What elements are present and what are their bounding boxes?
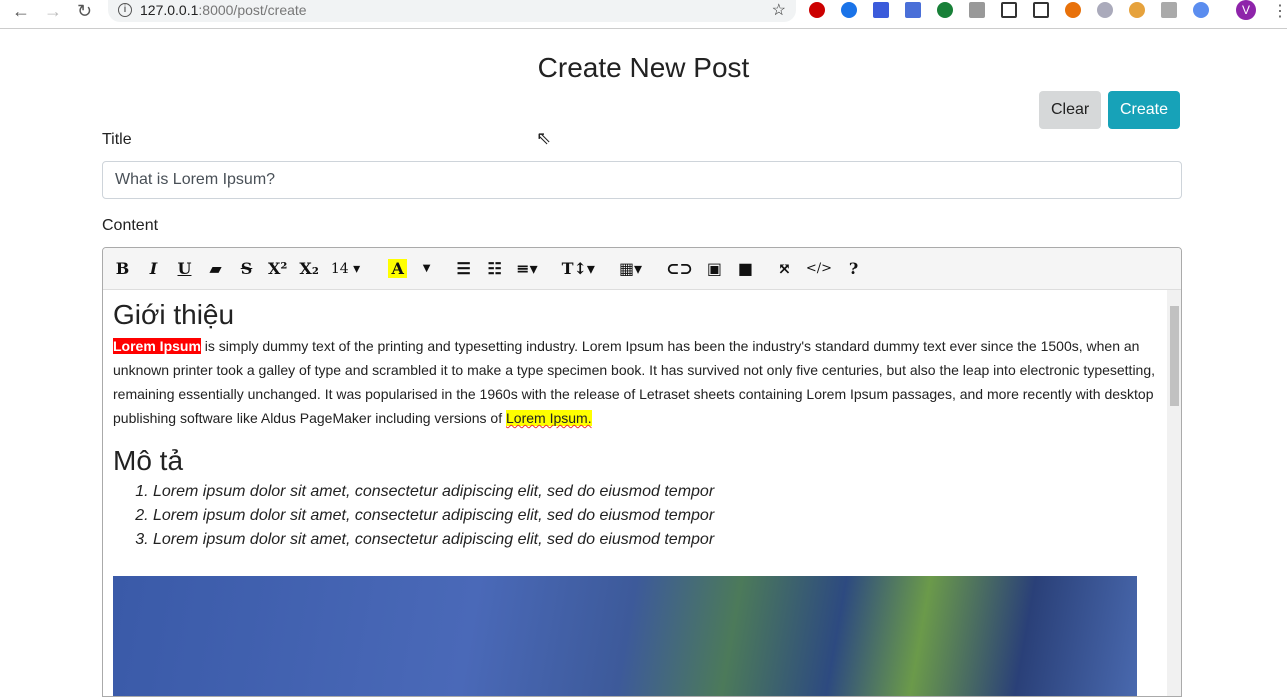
translate-extension-icon[interactable] — [905, 2, 921, 18]
extension-icon[interactable] — [1065, 2, 1081, 18]
mouse-cursor-icon: ⇖ — [536, 128, 552, 148]
menu-icon[interactable]: ⋮ — [1272, 1, 1287, 21]
cookie-extension-icon[interactable] — [1129, 2, 1145, 18]
editor-toolbar: B I U ▰ S X² X₂ 14 ▾ A ▼ ☰ ☷ ≡▾ T↕▾ ▦▾ ⊂… — [103, 248, 1181, 290]
bold-button[interactable]: B — [113, 259, 132, 278]
title-input[interactable]: What is Lorem Ipsum? — [102, 161, 1182, 199]
help-button[interactable]: ? — [844, 259, 863, 278]
scrollbar-thumb[interactable] — [1170, 306, 1179, 406]
list-item: Lorem ipsum dolor sit amet, consectetur … — [153, 480, 1157, 504]
font-size-value: 14 — [330, 260, 349, 277]
create-button[interactable]: Create — [1108, 91, 1181, 129]
highlighted-text: Lorem Ipsum — [113, 338, 201, 354]
clear-button[interactable]: Clear — [1039, 91, 1102, 129]
list-item: Lorem ipsum dolor sit amet, consectetur … — [153, 504, 1157, 528]
video-icon[interactable]: ■ — [736, 259, 755, 278]
extension-icon[interactable] — [969, 2, 985, 18]
content-label: Content — [102, 217, 159, 234]
eraser-icon[interactable]: ▰ — [206, 259, 225, 278]
content-paragraph: Lorem Ipsum is simply dummy text of the … — [113, 334, 1157, 430]
link-icon[interactable]: ⊂⊃ — [666, 259, 693, 278]
underline-button[interactable]: U — [175, 259, 194, 278]
extension-icon[interactable] — [937, 2, 953, 18]
fullscreen-icon[interactable]: ⤧ — [775, 259, 794, 278]
list-item: Lorem ipsum dolor sit amet, consectetur … — [153, 528, 1157, 552]
url-path: :8000/post/create — [198, 2, 307, 18]
italic-button[interactable]: I — [144, 259, 163, 278]
rich-text-editor: B I U ▰ S X² X₂ 14 ▾ A ▼ ☰ ☷ ≡▾ T↕▾ ▦▾ ⊂… — [102, 247, 1182, 697]
extension-icon[interactable] — [1193, 2, 1209, 18]
code-view-button[interactable]: </> — [806, 261, 832, 276]
content-heading: Mô tả — [113, 445, 184, 476]
text-color-button[interactable]: A — [388, 259, 408, 278]
extension-icon[interactable] — [1033, 2, 1049, 18]
profile-avatar[interactable]: V — [1236, 0, 1256, 20]
font-size-dropdown[interactable]: 14 ▾ — [331, 261, 360, 277]
info-icon: i — [118, 3, 132, 17]
address-bar[interactable]: i 127.0.0.1:8000/post/create ☆ — [108, 0, 796, 22]
download-extension-icon[interactable] — [1097, 2, 1113, 18]
back-icon[interactable]: ← — [12, 0, 30, 22]
extension-icon[interactable] — [1161, 2, 1177, 18]
browser-toolbar: ← → ↻ i 127.0.0.1:8000/post/create ☆ V ⋮ — [0, 0, 1287, 29]
line-height-dropdown-icon[interactable]: T↕▾ — [562, 259, 595, 278]
title-label: Title — [102, 131, 132, 148]
extension-icon[interactable] — [873, 2, 889, 18]
subscript-button[interactable]: X₂ — [299, 259, 318, 278]
forward-icon[interactable]: → — [44, 0, 62, 22]
highlighted-text: Lorem Ipsum. — [506, 410, 592, 426]
page-title: Create New Post — [537, 52, 750, 83]
editor-content[interactable]: Giới thiệu Lorem Ipsum is simply dummy t… — [103, 290, 1167, 696]
picture-icon[interactable]: ▣ — [705, 259, 724, 278]
content-heading: Giới thiệu — [113, 299, 235, 330]
screenshot-extension-icon[interactable] — [1001, 2, 1017, 18]
ordered-list-icon[interactable]: ☷ — [485, 259, 504, 278]
strikethrough-button[interactable]: S — [237, 259, 256, 278]
unordered-list-icon[interactable]: ☰ — [454, 259, 473, 278]
table-dropdown-icon[interactable]: ▦▾ — [619, 259, 642, 278]
superscript-button[interactable]: X² — [268, 259, 287, 278]
adblock-extension-icon[interactable] — [809, 2, 825, 18]
editor-scrollbar[interactable] — [1167, 290, 1181, 696]
extension-icon[interactable] — [841, 2, 857, 18]
reload-icon[interactable]: ↻ — [77, 0, 92, 22]
content-list: Lorem ipsum dolor sit amet, consectetur … — [153, 480, 1157, 552]
color-dropdown-icon[interactable]: ▼ — [417, 263, 436, 274]
content-image — [113, 576, 1137, 696]
bookmark-star-icon[interactable]: ☆ — [772, 0, 786, 20]
paragraph-align-dropdown-icon[interactable]: ≡▾ — [516, 259, 537, 278]
paragraph-text: is simply dummy text of the printing and… — [113, 338, 1156, 426]
url-host: 127.0.0.1 — [140, 2, 199, 18]
